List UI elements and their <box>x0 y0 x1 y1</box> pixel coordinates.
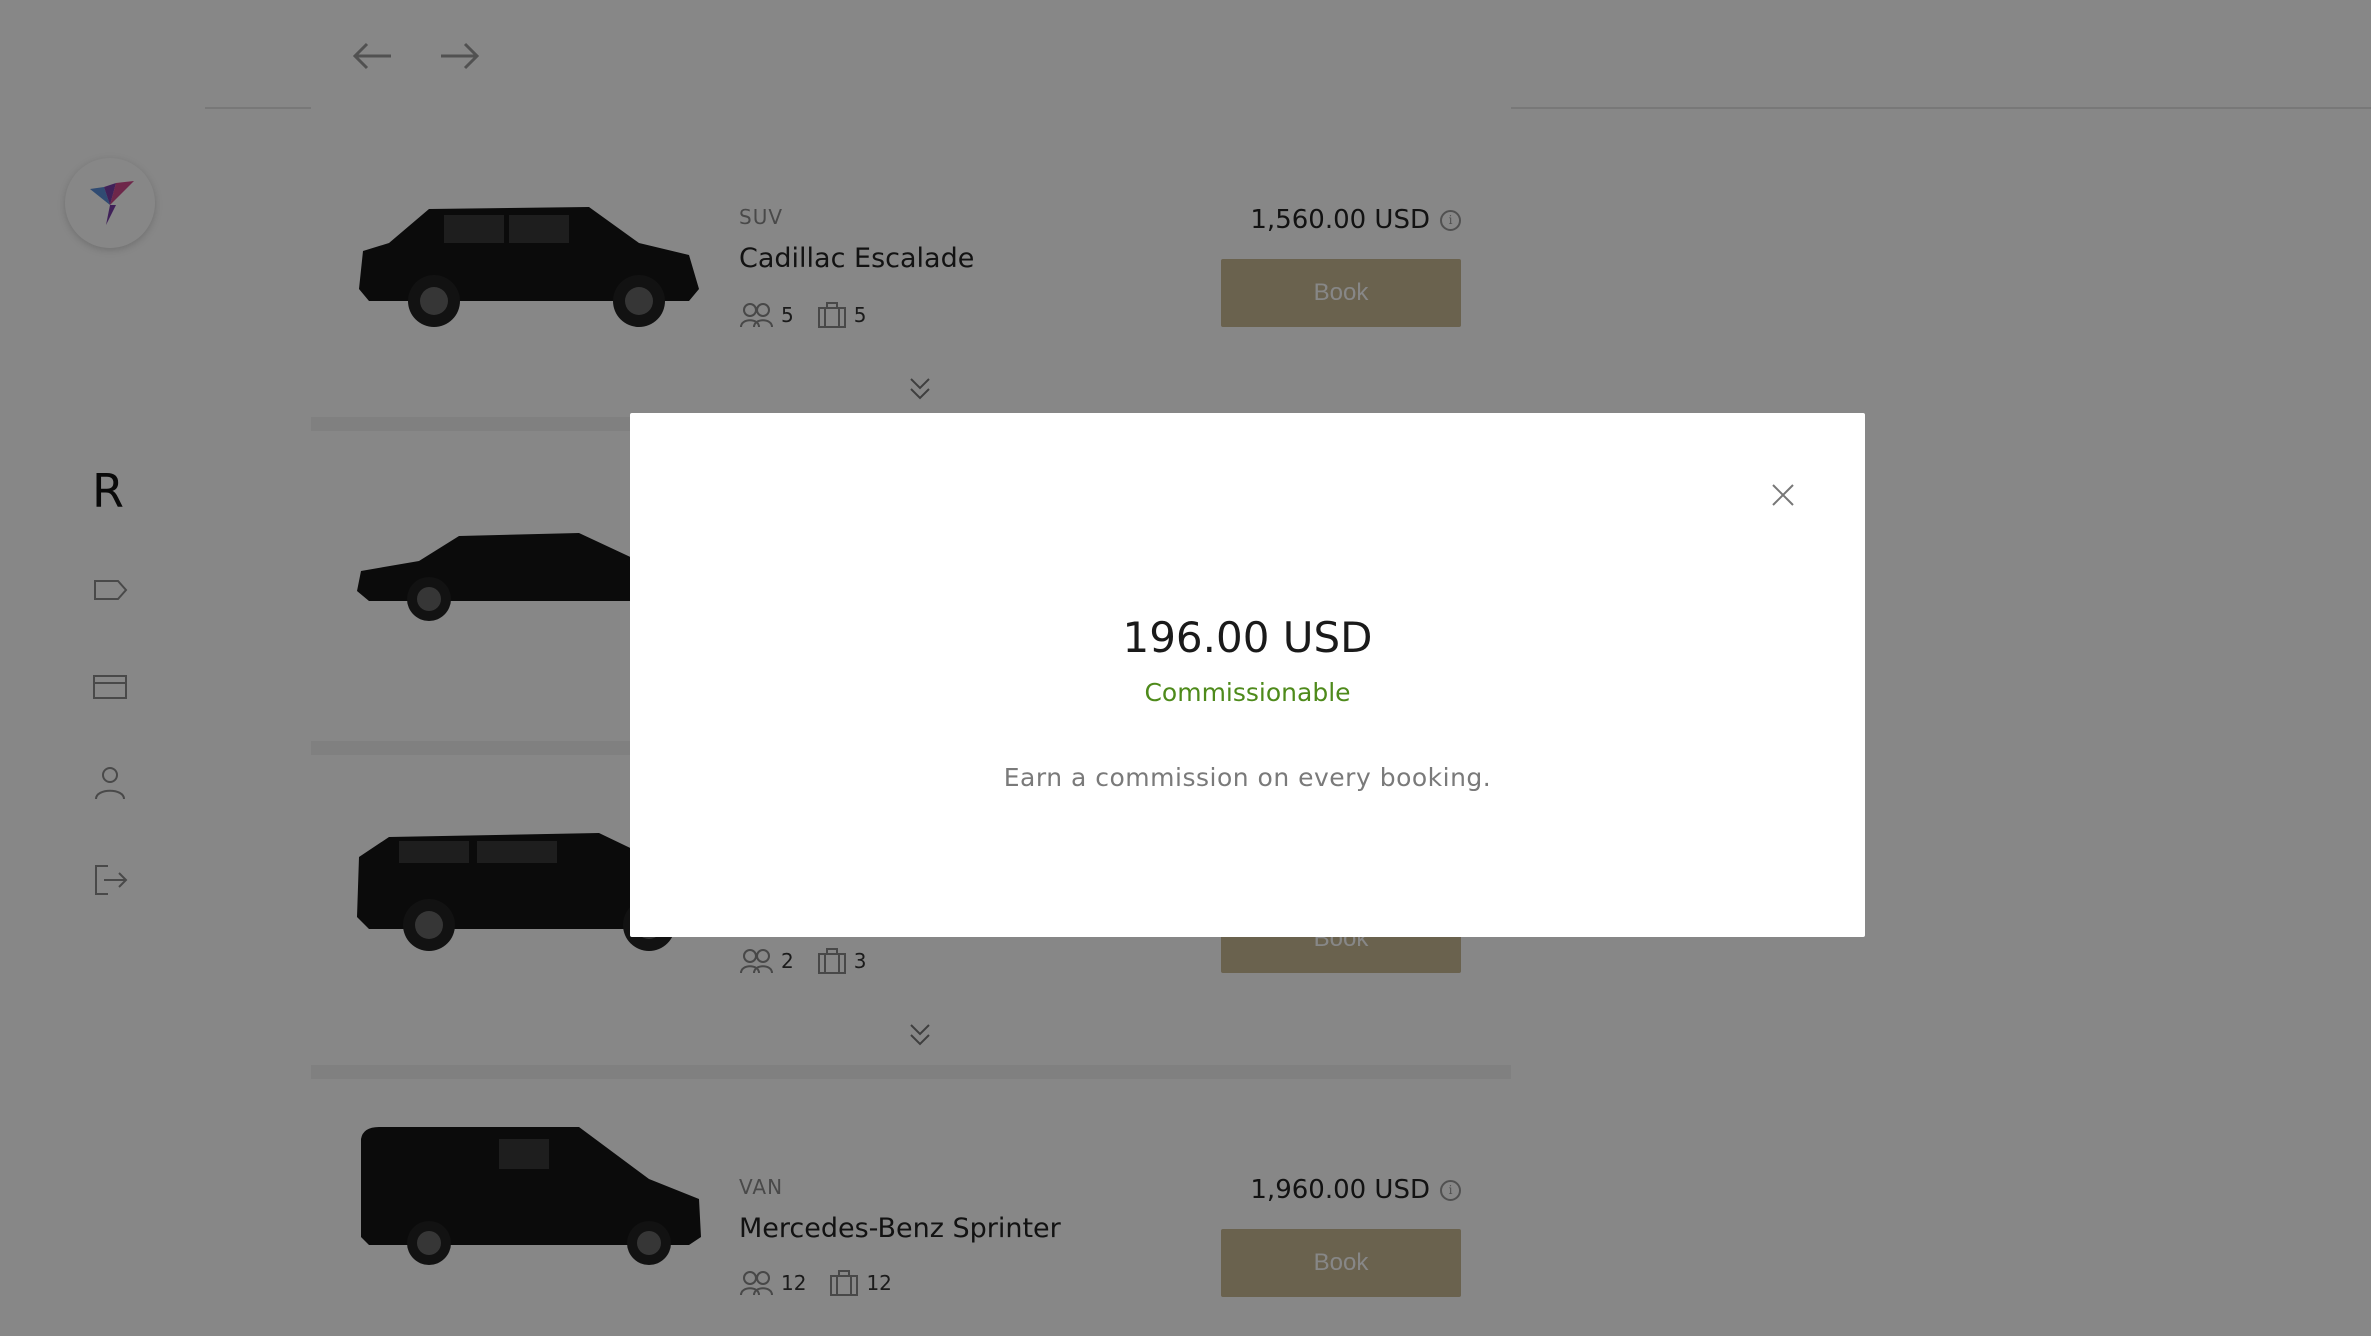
commission-description: Earn a commission on every booking. <box>1003 763 1492 792</box>
commission-modal: 196.00 USD Commissionable Earn a commiss… <box>630 413 1865 937</box>
commission-status: Commissionable <box>1144 678 1351 707</box>
commission-amount: 196.00 USD <box>1122 613 1373 662</box>
close-icon[interactable] <box>1769 481 1797 509</box>
